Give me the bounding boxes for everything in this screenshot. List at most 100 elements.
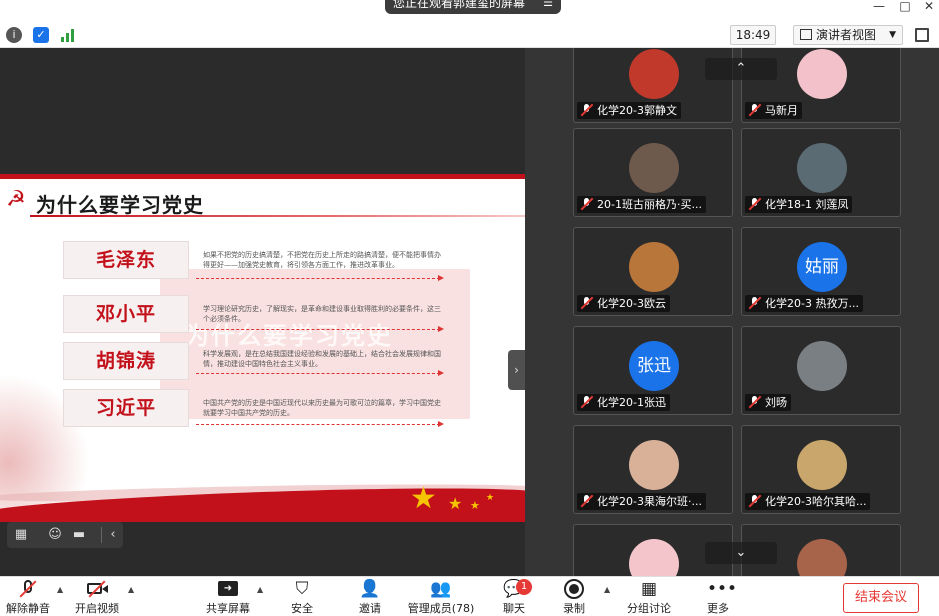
leader-box-mao: 毛泽东: [63, 241, 189, 279]
leader-name: 邓小平: [95, 303, 156, 325]
participant-tile[interactable]: 张迅 化学20-1张迅: [573, 326, 733, 415]
mic-off-icon: [17, 579, 39, 599]
info-icon[interactable]: i: [6, 27, 22, 43]
mic-off-icon: [581, 104, 593, 117]
share-screen-label: 共享屏幕: [206, 602, 250, 615]
mic-off-icon: [749, 198, 761, 211]
participant-avatar: [629, 440, 679, 490]
hammer-sickle-icon: ☭: [6, 187, 26, 212]
dashed-arrow: [196, 421, 444, 427]
gallery-scroll-up-button[interactable]: ⌃: [705, 58, 777, 80]
record-options-caret[interactable]: ▲: [604, 585, 610, 594]
video-options-caret[interactable]: ▲: [128, 585, 134, 594]
participant-nameplate: 刘旸: [745, 394, 791, 411]
participant-nameplate: 化学20-3果海尔班·...: [577, 493, 706, 510]
unmute-button[interactable]: 解除静音: [4, 579, 52, 616]
leader-desc: 如果不把党的历史搞清楚，不把党在历史上所走的路搞清楚，便不能把事情办得更好——加…: [203, 251, 441, 269]
fullscreen-icon[interactable]: [915, 28, 929, 42]
end-meeting-button[interactable]: 结束会议: [843, 583, 919, 613]
record-icon: [563, 579, 585, 599]
participant-tile[interactable]: 化学20-3欧云: [573, 227, 733, 316]
chat-bubble-icon[interactable]: ▬: [71, 527, 87, 543]
participant-tile[interactable]: 姑丽化学20-3 热孜万...: [741, 227, 901, 316]
meeting-controls-bar: 解除静音 ▲ 开启视频 ▲ ➜ 共享屏幕 ▲ ⛉ 安全 👤 邀请 👥 管理成员(…: [0, 576, 939, 616]
maximize-button[interactable]: □: [894, 0, 916, 14]
unmute-label: 解除静音: [6, 602, 50, 615]
participant-name: 马新月: [765, 104, 798, 117]
participant-tile[interactable]: 刘旸: [741, 326, 901, 415]
participant-nameplate: 化学20-3欧云: [577, 295, 670, 312]
minimize-button[interactable]: —: [868, 0, 890, 14]
mic-off-icon: [749, 495, 761, 508]
participant-name: 化学20-3果海尔班·...: [597, 495, 702, 508]
shield-icon[interactable]: ✓: [33, 27, 49, 43]
more-button[interactable]: ••• 更多: [700, 579, 738, 616]
signal-icon[interactable]: [60, 28, 76, 42]
mic-off-icon: [581, 198, 593, 211]
chat-unread-badge: 1: [516, 579, 532, 595]
participant-tile[interactable]: 20-1班古丽格乃·买...: [573, 128, 733, 217]
participant-name: 化学20-3 热孜万...: [765, 297, 859, 310]
star-icon: ★: [486, 493, 495, 503]
participant-name: 刘旸: [765, 396, 787, 409]
more-dots-icon: •••: [707, 579, 738, 599]
slide-title: 为什么要学习党史: [36, 193, 204, 217]
participant-name: 化学20-3欧云: [597, 297, 666, 310]
annotation-toolbar: ▦ ☺ ▬ ‹: [7, 522, 123, 548]
leader-name: 习近平: [95, 397, 156, 419]
emoji-icon[interactable]: ☺: [47, 527, 63, 543]
mic-off-icon: [581, 495, 593, 508]
invite-label: 邀请: [359, 602, 381, 615]
leader-desc: 中国共产党的历史是中国近现代以来历史最为可歌可泣的篇章，学习中国党史就要学习中国…: [203, 399, 441, 417]
share-options-caret[interactable]: ▲: [257, 585, 263, 594]
close-button[interactable]: ✕: [918, 0, 939, 14]
meeting-info-bar: i ✓ 18:49 演讲者视图 ▼: [0, 22, 939, 48]
leader-name: 胡锦涛: [95, 350, 156, 372]
shield-icon: ⛉: [295, 579, 309, 599]
leader-box-xi: 习近平: [63, 389, 189, 427]
slide-header: ☭ 为什么要学习党史: [0, 180, 525, 220]
start-video-button[interactable]: 开启视频: [72, 579, 122, 616]
dashed-arrow: [196, 326, 444, 332]
star-icon: ★: [448, 494, 463, 513]
participant-name: 化学20-3郭静文: [597, 104, 677, 117]
presentation-slide: 为什么要学习党史 ☭ 为什么要学习党史 毛泽东 如果不把党的历史搞清楚，不把党在…: [0, 174, 525, 522]
chevron-down-icon: ▼: [889, 30, 896, 40]
banner-menu-icon[interactable]: ☰: [543, 0, 553, 14]
shared-screen-area: 为什么要学习党史 ☭ 为什么要学习党史 毛泽东 如果不把党的历史搞清楚，不把党在…: [0, 48, 525, 576]
view-mode-dropdown[interactable]: 演讲者视图 ▼: [793, 25, 903, 45]
gallery-scroll-down-button[interactable]: ⌄: [705, 542, 777, 564]
mic-off-icon: [749, 396, 761, 409]
breakout-label: 分组讨论: [627, 602, 671, 615]
participants-button[interactable]: 👥 管理成员(78): [406, 579, 476, 616]
participant-avatar: 姑丽: [797, 242, 847, 292]
toolbar-divider: [101, 527, 102, 543]
share-banner[interactable]: 您正在观看郭建玺的屏幕 ☰: [385, 0, 561, 14]
start-video-label: 开启视频: [75, 602, 119, 615]
meeting-clock: 18:49: [730, 25, 776, 45]
participant-tile[interactable]: 化学20-3哈尔其哈...: [741, 425, 901, 514]
star-icon: ★: [470, 499, 480, 512]
participant-avatar: [629, 49, 679, 99]
invite-button[interactable]: 👤 邀请: [352, 579, 388, 616]
record-button[interactable]: 录制: [556, 579, 592, 616]
collapse-toolbar-icon[interactable]: ‹: [105, 527, 121, 543]
participant-tile[interactable]: 化学20-3果海尔班·...: [573, 425, 733, 514]
breakout-button[interactable]: ▦ 分组讨论: [624, 579, 674, 616]
share-screen-button[interactable]: ➜ 共享屏幕: [204, 579, 252, 616]
participant-avatar: [797, 539, 847, 576]
leader-box-hu: 胡锦涛: [63, 342, 189, 380]
title-bar: 您正在观看郭建玺的屏幕 ☰ — □ ✕: [0, 0, 939, 22]
grid-icon[interactable]: ▦: [13, 527, 29, 543]
security-button[interactable]: ⛉ 安全: [284, 579, 320, 616]
record-label: 录制: [563, 602, 585, 615]
leader-name: 毛泽东: [95, 249, 156, 271]
dashed-arrow: [196, 275, 444, 281]
audio-options-caret[interactable]: ▲: [57, 585, 63, 594]
participant-tile[interactable]: 化学18-1 刘莲凤: [741, 128, 901, 217]
participant-name: 20-1班古丽格乃·买...: [597, 198, 702, 211]
mic-off-icon: [749, 297, 761, 310]
collapse-gallery-handle[interactable]: ›: [508, 350, 525, 390]
participant-nameplate: 化学18-1 刘莲凤: [745, 196, 853, 213]
participant-avatar: [629, 143, 679, 193]
